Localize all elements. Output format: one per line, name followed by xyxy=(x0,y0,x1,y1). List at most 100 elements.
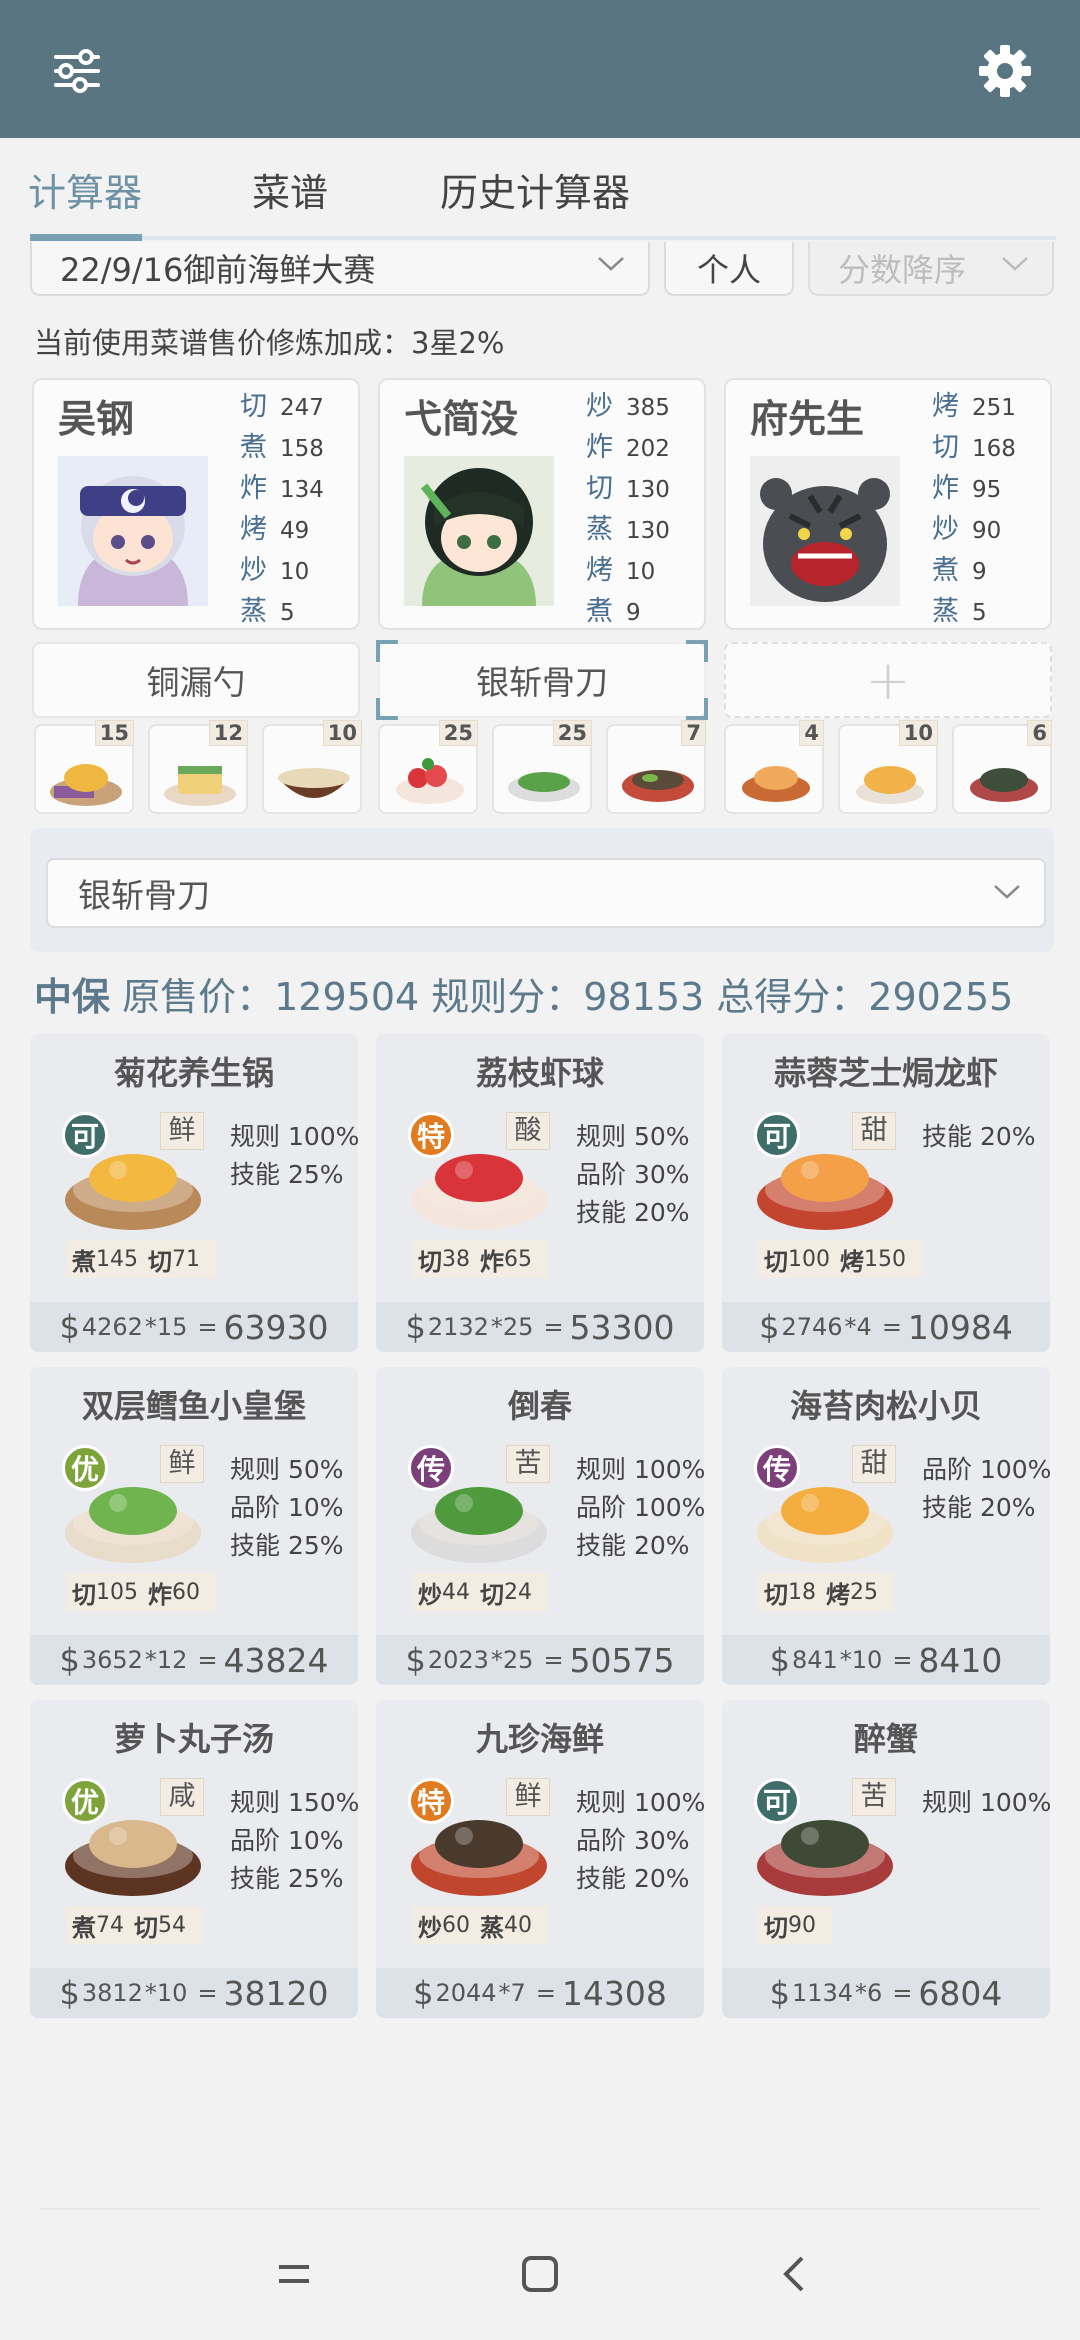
tab-calculator[interactable]: 计算器 xyxy=(28,162,142,217)
equals-sign: = xyxy=(892,1646,913,1674)
rule-line: 技能 20% xyxy=(576,1198,690,1227)
home-icon[interactable] xyxy=(510,2244,570,2304)
back-icon[interactable] xyxy=(764,2244,824,2304)
req-value: 54 xyxy=(158,1912,186,1938)
dish-card[interactable]: 双层鳕鱼小皇堡 优 鲜 规则 50% 品阶 10% 技能 25% 切 105 炸 60 $… xyxy=(30,1367,358,1685)
quantity: *12 xyxy=(144,1646,188,1674)
currency-icon: $ xyxy=(405,1641,426,1679)
equals-sign: = xyxy=(535,1979,556,2007)
rule-line: 品阶 10% xyxy=(230,1493,344,1522)
rule-line: 技能 20% xyxy=(576,1864,690,1893)
dish-icon xyxy=(50,764,122,806)
dish-name: 荔枝虾球 xyxy=(475,1054,604,1092)
dish-card[interactable]: 萝卜丸子汤 优 咸 规则 150% 品阶 10% 技能 25% 煮 74 切 54 $ 3… xyxy=(30,1700,359,2018)
skill-name: 煮 xyxy=(932,555,959,586)
quantity-badge: 10 xyxy=(898,720,938,746)
equip-select[interactable]: 银斩骨刀 xyxy=(46,858,1046,928)
unit-price: 3652 xyxy=(81,1646,143,1674)
dish-thumb[interactable]: 4 xyxy=(724,720,824,814)
equip-slot-1[interactable]: 铜漏勺 xyxy=(32,642,360,718)
chef-card-1[interactable]: 吴钢 切 247 煮 158 炸 134 烤 49 炒 10 蒸5 xyxy=(32,378,360,630)
dish-name: 九珍海鲜 xyxy=(475,1720,604,1758)
taste-tag: 甜 xyxy=(852,1112,896,1150)
dish-card[interactable]: 菊花养生锅 可 鲜 规则 100% 技能 25% 煮 145 切 71 $ 4262 *… xyxy=(30,1034,359,1352)
equip-slot-2[interactable]: 银斩骨刀 xyxy=(376,640,708,720)
rule-line: 规则 100% xyxy=(576,1455,706,1484)
dish-thumb[interactable]: 7 xyxy=(606,720,706,814)
rule-line: 品阶 30% xyxy=(576,1160,690,1189)
skill-name: 烤 xyxy=(240,514,267,545)
skill-requirements: 煮 74 切 54 xyxy=(66,1906,202,1944)
skill-value: 10 xyxy=(280,559,310,585)
total-price: 53300 xyxy=(569,1307,675,1347)
req-skill: 蒸 xyxy=(480,1913,504,1942)
sort-dropdown[interactable]: 分数降序 xyxy=(808,242,1054,296)
req-skill: 炸 xyxy=(480,1247,504,1276)
rule-line: 规则 100% xyxy=(576,1788,706,1817)
chef-card-3[interactable]: 府先生 烤 251 切 168 炸 95 炒 90 煮9 蒸5 xyxy=(724,378,1052,630)
dish-thumb[interactable]: 10 xyxy=(838,720,938,814)
rule-line: 技能 20% xyxy=(576,1531,690,1560)
dish-thumb[interactable]: 15 xyxy=(34,720,134,814)
skill-value: 5 xyxy=(280,600,295,626)
rule-line: 规则 100% xyxy=(922,1788,1052,1817)
dish-icon xyxy=(970,768,1038,802)
req-value: 18 xyxy=(788,1579,816,1605)
dish-card[interactable]: 醉蟹 可 苦 规则 100% 切 90 $ 1134 *6 = 6804 xyxy=(722,1700,1052,2018)
taste-tag: 鲜 xyxy=(506,1778,550,1816)
price-row: $ 2746 *4 = 10984 xyxy=(722,1302,1050,1352)
add-equip-button[interactable]: + xyxy=(724,642,1052,718)
rule-bonuses: 规则 50% 品阶 10% 技能 25% xyxy=(230,1451,344,1565)
dish-card[interactable]: 海苔肉松小贝 传 甜 品阶 100% 技能 20% 切 18 烤 25 $ 841 *1… xyxy=(722,1367,1051,1685)
unit-price: 2023 xyxy=(427,1646,489,1674)
total-price: 50575 xyxy=(569,1640,675,1680)
dish-card[interactable]: 九珍海鲜 特 鲜 规则 100% 品阶 30% 技能 20% 炒 60 蒸 40 $ 20… xyxy=(376,1700,706,2018)
price-bonus-text: 当前使用菜谱售价修炼加成：3星2% xyxy=(34,326,505,360)
dish-icon xyxy=(396,758,464,804)
currency-icon: $ xyxy=(405,1308,426,1346)
rule-line: 技能 25% xyxy=(230,1531,344,1560)
mode-dropdown[interactable]: 个人 xyxy=(664,242,794,296)
dish-card[interactable]: 荔枝虾球 特 酸 规则 50% 品阶 30% 技能 20% 切 38 炸 65 $ 213… xyxy=(376,1034,704,1352)
skill-requirements: 切 90 xyxy=(758,1906,832,1944)
settings-gear-icon[interactable] xyxy=(968,34,1042,108)
dish-thumb[interactable]: 6 xyxy=(952,720,1052,814)
price-row: $ 2044 *7 = 14308 xyxy=(376,1968,704,2018)
recent-apps-icon[interactable] xyxy=(264,2244,324,2304)
dish-card[interactable]: 蒜蓉芝士焗龙虾 可 甜 技能 20% 切 100 烤 150 $ 2746 *4 = … xyxy=(722,1034,1050,1352)
req-value: 74 xyxy=(96,1912,124,1938)
tab-recipes[interactable]: 菜谱 xyxy=(252,162,328,217)
currency-icon: $ xyxy=(59,1974,80,2012)
equip-select-panel: 银斩骨刀 xyxy=(30,828,1054,952)
req-skill: 切 xyxy=(148,1247,172,1276)
quantity-badge: 7 xyxy=(681,720,706,746)
dish-name: 蒜蓉芝士焗龙虾 xyxy=(773,1054,998,1092)
quantity: *10 xyxy=(839,1646,883,1674)
total-price: 38120 xyxy=(223,1973,329,2013)
chef-card-2[interactable]: 弋简没 炒 385 炸 202 切 130 蒸 130 烤 10 煮9 xyxy=(378,378,706,630)
total-price: 8410 xyxy=(918,1640,1003,1680)
quantity-badge: 25 xyxy=(438,720,478,746)
dish-card[interactable]: 倒春 传 苦 规则 100% 品阶 100% 技能 20% 炒 44 切 24 $ 202… xyxy=(376,1367,706,1685)
event-dropdown[interactable]: 22/9/16御前海鲜大赛 xyxy=(30,242,650,296)
dish-thumb[interactable]: 10 xyxy=(262,720,362,814)
quantity-badge: 6 xyxy=(1027,720,1052,746)
req-value: 100 xyxy=(788,1246,830,1272)
dish-name: 倒春 xyxy=(507,1387,572,1425)
total-price: 14308 xyxy=(561,1973,667,2013)
dish-thumb[interactable]: 12 xyxy=(148,720,248,814)
tab-history-calculator[interactable]: 历史计算器 xyxy=(440,162,630,217)
taste-tag: 苦 xyxy=(852,1778,896,1816)
unit-price: 4262 xyxy=(81,1313,143,1341)
quantity: *10 xyxy=(144,1979,188,2007)
mode-dropdown-value: 个人 xyxy=(696,251,761,289)
filter-sliders-icon[interactable] xyxy=(40,34,114,108)
equals-sign: = xyxy=(881,1313,902,1341)
dish-thumb[interactable]: 25 xyxy=(378,720,478,814)
rarity-badge: 可 xyxy=(754,1778,800,1824)
dish-thumb[interactable]: 25 xyxy=(492,720,592,814)
chevron-down-icon xyxy=(598,257,624,271)
req-skill: 炒 xyxy=(418,1580,442,1609)
plus-icon: + xyxy=(865,648,911,712)
req-value: 71 xyxy=(172,1246,200,1272)
